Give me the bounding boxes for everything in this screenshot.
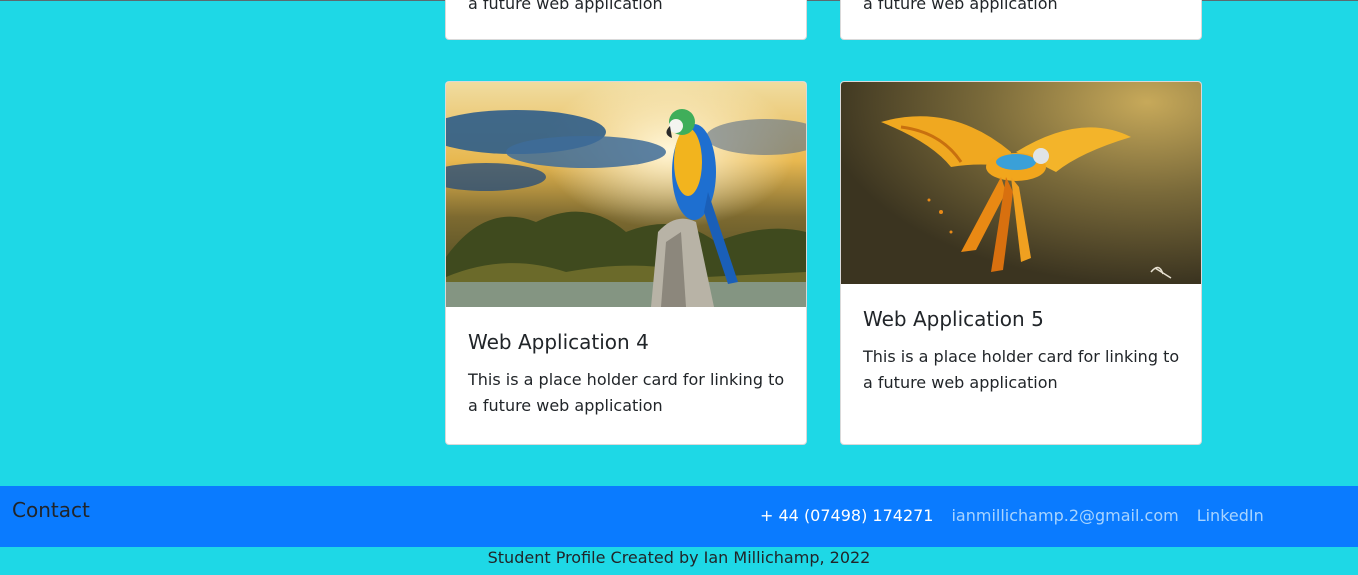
card-text: This is a place holder card for linking … <box>468 370 785 415</box>
contact-links: + 44 (07498) 174271 ianmillichamp.2@gmai… <box>760 506 1264 526</box>
card-title: Web Application 5 <box>863 307 1044 331</box>
card-text: This is a place holder card for linking … <box>863 347 1180 392</box>
linkedin-link[interactable]: LinkedIn <box>1197 506 1264 526</box>
card-web-application-2[interactable]: a future web application <box>445 0 807 40</box>
credit-text: Student Profile Created by Ian Millicham… <box>487 548 871 567</box>
parrot-perched-image[interactable] <box>446 82 806 307</box>
parrot-flying-image[interactable] <box>841 82 1201 284</box>
contact-heading: Contact <box>12 498 90 522</box>
card-text: a future web application <box>468 0 663 13</box>
card-web-application-4[interactable]: Web Application 4 This is a place holder… <box>445 81 807 445</box>
card-web-application-5[interactable]: Web Application 5 This is a place holder… <box>840 81 1202 445</box>
phone-number: + 44 (07498) 174271 <box>760 506 934 525</box>
contact-footer: Contact + 44 (07498) 174271 ianmillicham… <box>0 486 1358 547</box>
card-web-application-3[interactable]: a future web application <box>840 0 1202 40</box>
card-text: a future web application <box>863 0 1058 13</box>
card-title: Web Application 4 <box>468 330 649 354</box>
email-link[interactable]: ianmillichamp.2@gmail.com <box>951 506 1178 526</box>
